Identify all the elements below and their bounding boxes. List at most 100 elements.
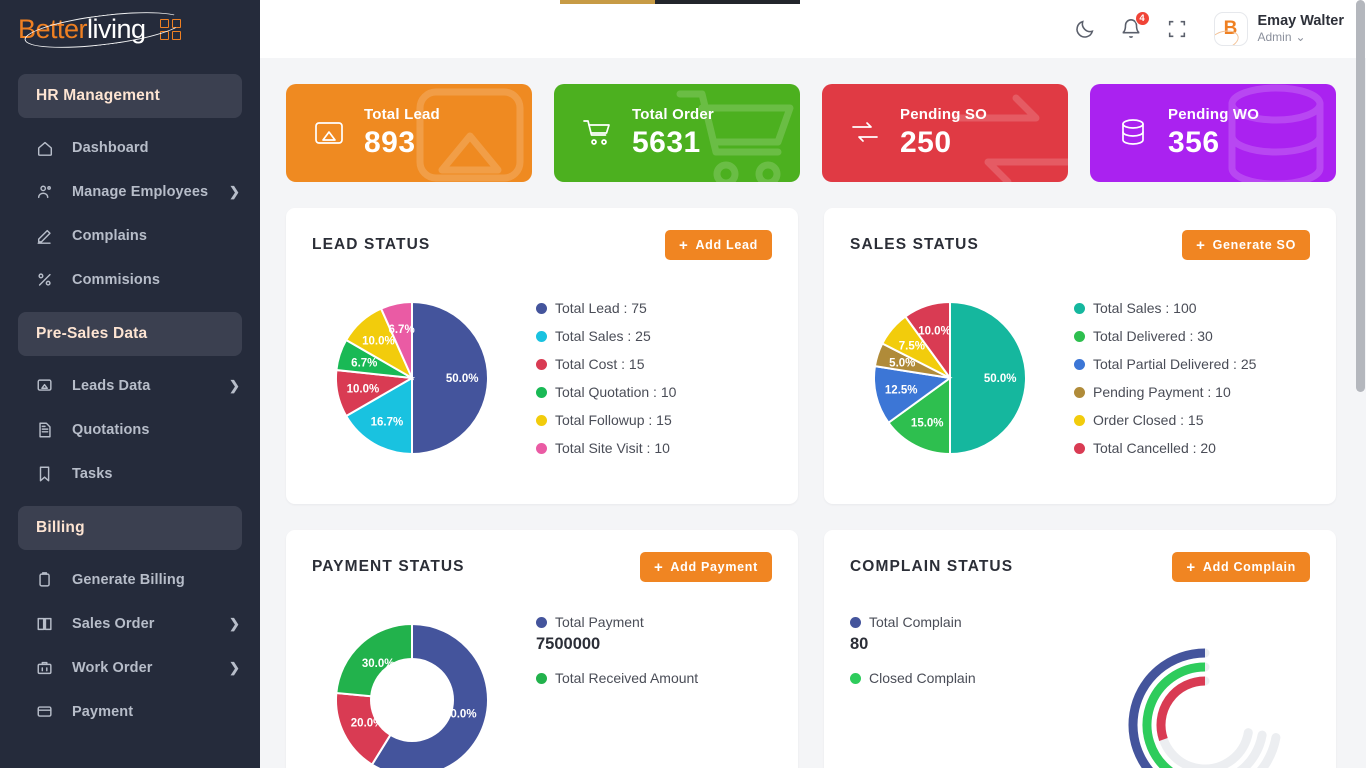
page-title-lead: LEAD STATUS (312, 236, 431, 253)
sales-status-pie[interactable]: 50.0% 15.0% 12.5% 5.0% 7.5% 10.0% (850, 278, 1050, 478)
grid-icon[interactable] (159, 18, 181, 40)
pie-slice-label: 10.0% (347, 383, 380, 395)
pie-slice-label: 50.0% (446, 373, 479, 385)
stat-total-order[interactable]: Total Order 5631 (554, 84, 800, 182)
logo[interactable]: Betterliving (18, 5, 186, 55)
sidebar-item-tasks[interactable]: Tasks (0, 452, 260, 496)
legend-item[interactable]: Total Followup : 15 (536, 406, 772, 434)
sidebar-item-manage-employees[interactable]: Manage Employees ❯ (0, 170, 260, 214)
brand-part2: living (87, 13, 146, 44)
plus-icon: + (1186, 558, 1196, 576)
sidebar-item-work-order[interactable]: Work Order ❯ (0, 646, 260, 690)
sidebar-item-dashboard[interactable]: Dashboard (0, 126, 260, 170)
page-title-sales: SALES STATUS (850, 236, 979, 253)
legend-item[interactable]: Total Quotation : 10 (536, 378, 772, 406)
legend-item[interactable]: Total Cost : 15 (536, 350, 772, 378)
legend-item[interactable]: Total Sales : 25 (536, 322, 772, 350)
pie-slice-label: 6.7% (388, 324, 414, 336)
legend-item[interactable]: Order Closed : 15 (1074, 406, 1310, 434)
fullscreen-icon[interactable] (1164, 16, 1190, 42)
sidebar-section-billing[interactable]: Billing (18, 506, 242, 550)
page-title-complain: COMPLAIN STATUS (850, 558, 1014, 575)
plus-icon: + (678, 236, 689, 254)
legend-item: Total Payment (536, 614, 772, 630)
pie-slice-label: 10.0% (918, 325, 951, 337)
scrollbar[interactable] (1355, 0, 1366, 768)
legend-label: Total Lead : 75 (555, 300, 647, 316)
add-lead-button[interactable]: + Add Lead (664, 230, 772, 260)
chevron-down-icon[interactable]: ⌄ (1296, 30, 1306, 46)
lead-status-pie[interactable]: 50.0% 16.7% 10.0% 6.7% 10.0% 6.7% (312, 278, 512, 478)
user-name: Emay Walter (1257, 12, 1345, 29)
legend-color-dot (1074, 330, 1085, 342)
complain-status-gauge[interactable] (1100, 600, 1310, 768)
sidebar-section-hr-management[interactable]: HR Management (18, 74, 242, 118)
legend-label: Total Delivered : 30 (1093, 328, 1213, 344)
legend-item[interactable]: Total Partial Delivered : 25 (1074, 350, 1310, 378)
sidebar-section-pre-sales-data[interactable]: Pre-Sales Data (18, 312, 242, 356)
add-complain-button[interactable]: + Add Complain (1172, 552, 1310, 582)
home-icon (36, 139, 54, 157)
sidebar-item-complains[interactable]: Complains (0, 214, 260, 258)
sidebar-item-sales-order[interactable]: Sales Order ❯ (0, 602, 260, 646)
pie-slice-label: 10.0% (362, 336, 395, 348)
clipboard-icon (36, 571, 54, 589)
complain-status-panel: COMPLAIN STATUS + Add Complain Total Com… (824, 530, 1336, 768)
scrollbar-thumb[interactable] (1356, 0, 1365, 392)
brand-row[interactable]: Betterliving (0, 0, 260, 58)
leads-icon (36, 377, 54, 395)
stat-pending-wo[interactable]: Pending WO 356 (1090, 84, 1336, 182)
generate-so-button[interactable]: + Generate SO (1182, 230, 1310, 260)
sales-status-legend: Total Sales : 100 Total Delivered : 30 Tot… (1060, 294, 1310, 462)
main-area: 4 B Emay Walter Admin ⌄ Total Lead 893 Tot… (260, 0, 1366, 768)
book-icon (36, 615, 54, 633)
legend-color-dot (536, 672, 547, 684)
legend-item[interactable]: Total Site Visit : 10 (536, 434, 772, 462)
chevron-right-icon[interactable]: ❯ (229, 616, 240, 632)
legend-item[interactable]: Total Delivered : 30 (1074, 322, 1310, 350)
legend-color-dot (1074, 358, 1085, 370)
legend-color-dot (536, 414, 547, 426)
legend-item[interactable]: Total Sales : 100 (1074, 294, 1310, 322)
legend-item[interactable]: Pending Payment : 10 (1074, 378, 1310, 406)
legend-item[interactable]: Total Lead : 75 (536, 294, 772, 322)
legend-label: Total Complain (869, 614, 962, 630)
payment-status-legend: Total Payment 7500000 Total Received Amo… (522, 600, 772, 686)
users-icon (36, 183, 54, 201)
cart-icon (580, 116, 614, 150)
bell-icon[interactable]: 4 (1118, 11, 1150, 42)
lead-status-panel: LEAD STATUS + Add Lead 50.0% 16.7% 10.0% 6.… (286, 208, 798, 504)
payment-status-donut[interactable]: 50.0% 20.0% 30.0% (312, 600, 512, 768)
sidebar-item-label: Quotations (72, 422, 150, 438)
sidebar-item-payment[interactable]: Payment (0, 690, 260, 734)
dashboard-content: Total Lead 893 Total Order 5631 Pending SO 25… (260, 58, 1366, 768)
chevron-right-icon[interactable]: ❯ (229, 660, 240, 676)
legend-color-dot (536, 386, 547, 398)
sidebar-item-label: Payment (72, 704, 134, 720)
legend-label: Total Received Amount (555, 670, 699, 686)
user-profile[interactable]: B Emay Walter Admin ⌄ (1213, 12, 1345, 46)
chevron-right-icon[interactable]: ❯ (229, 378, 240, 394)
legend-label: Total Quotation : 10 (555, 384, 677, 400)
stat-cards: Total Lead 893 Total Order 5631 Pending SO 25… (286, 84, 1336, 182)
add-payment-button[interactable]: + Add Payment (639, 552, 772, 582)
total-payment-value: 7500000 (536, 635, 601, 653)
legend-item[interactable]: Total Cancelled : 20 (1074, 434, 1310, 462)
stat-pending-so[interactable]: Pending SO 250 (822, 84, 1068, 182)
sidebar-item-generate-billing[interactable]: Generate Billing (0, 558, 260, 602)
legend-color-dot (850, 672, 861, 684)
sidebar-item-quotations[interactable]: Quotations (0, 408, 260, 452)
brand-part1: Better (18, 13, 88, 44)
sidebar-item-commisions[interactable]: Commisions (0, 258, 260, 302)
sidebar-item-leads-data[interactable]: Leads Data ❯ (0, 364, 260, 408)
moon-icon[interactable] (1072, 16, 1098, 42)
avatar: B (1213, 12, 1248, 46)
legend-label: Closed Complain (869, 670, 976, 686)
sidebar-item-label: Sales Order (72, 616, 155, 632)
user-role-label: Admin (1257, 29, 1292, 44)
stat-total-lead[interactable]: Total Lead 893 (286, 84, 532, 182)
gauge-arc[interactable] (1156, 676, 1206, 741)
chevron-right-icon[interactable]: ❯ (229, 184, 240, 200)
percent-icon (36, 271, 54, 289)
sidebar-item-label: Manage Employees (72, 184, 209, 200)
